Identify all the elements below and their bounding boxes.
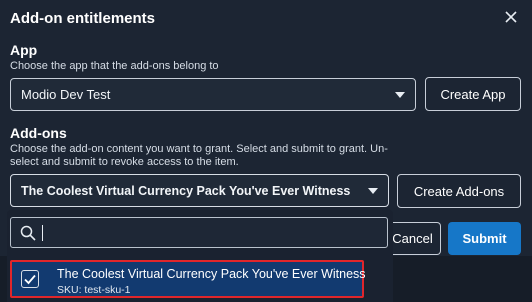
addons-section-label: Add-ons bbox=[10, 125, 67, 141]
addon-option-item[interactable]: The Coolest Virtual Currency Pack You've… bbox=[10, 260, 366, 298]
addon-select[interactable]: The Coolest Virtual Currency Pack You've… bbox=[10, 174, 389, 207]
addon-select-value: The Coolest Virtual Currency Pack You've… bbox=[21, 183, 351, 198]
close-icon[interactable] bbox=[502, 8, 520, 26]
option-title: The Coolest Virtual Currency Pack You've… bbox=[57, 267, 366, 281]
dialog-title: Add-on entitlements bbox=[10, 10, 155, 27]
cancel-button[interactable]: Cancel bbox=[385, 222, 441, 255]
checkmark-icon bbox=[24, 274, 36, 285]
option-checkbox[interactable] bbox=[21, 270, 39, 288]
app-select-value: Modio Dev Test bbox=[21, 87, 111, 102]
addons-section-description-line2: select and submit to revoke access to th… bbox=[10, 156, 239, 168]
chevron-down-icon bbox=[395, 91, 405, 98]
text-cursor bbox=[42, 225, 43, 241]
chevron-down-icon bbox=[368, 187, 378, 194]
add-on-entitlements-dialog: Add-on entitlements App Choose the app t… bbox=[0, 0, 532, 302]
addons-section-description-line1: Choose the add-on content you want to gr… bbox=[10, 143, 388, 155]
create-app-button[interactable]: Create App bbox=[425, 77, 521, 111]
search-icon bbox=[20, 225, 36, 241]
app-section-label: App bbox=[10, 42, 38, 58]
create-addons-button[interactable]: Create Add-ons bbox=[397, 174, 521, 208]
app-section-description: Choose the app that the add-ons belong t… bbox=[10, 60, 219, 72]
option-sku: SKU: test-sku-1 bbox=[57, 284, 131, 296]
submit-button[interactable]: Submit bbox=[448, 222, 521, 255]
app-select[interactable]: Modio Dev Test bbox=[10, 78, 416, 111]
addon-search-input[interactable] bbox=[47, 222, 381, 246]
addon-search-field[interactable] bbox=[10, 217, 388, 248]
